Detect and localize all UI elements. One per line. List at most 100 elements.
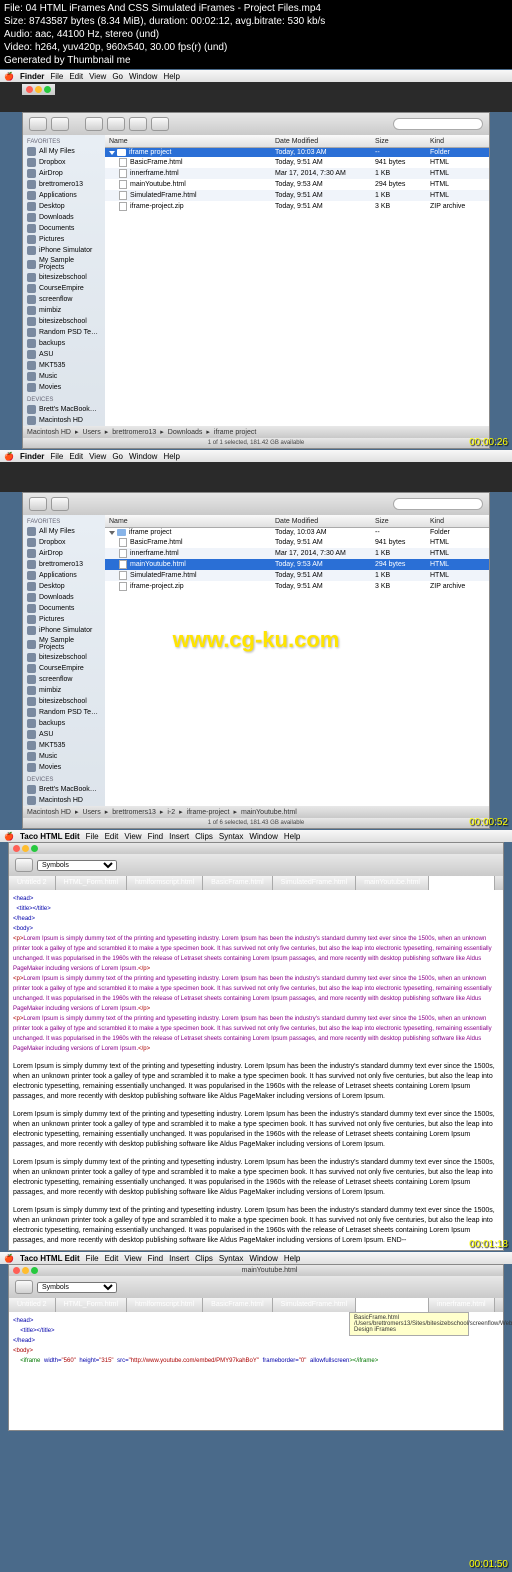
zoom-icon[interactable] bbox=[44, 86, 51, 93]
close-icon[interactable] bbox=[13, 1267, 20, 1274]
sidebar-item[interactable]: My Sample Projects bbox=[23, 636, 105, 652]
view-list-button[interactable] bbox=[107, 117, 125, 131]
path-seg[interactable]: Downloads bbox=[168, 429, 203, 436]
col-kind[interactable]: Kind bbox=[430, 518, 485, 525]
sidebar-item[interactable]: Pictures bbox=[23, 234, 105, 245]
menu-go[interactable]: Go bbox=[112, 72, 123, 81]
sidebar-item[interactable]: brettromero13 bbox=[23, 179, 105, 190]
sidebar-item[interactable]: CourseEmpire bbox=[23, 663, 105, 674]
apple-icon[interactable]: 🍎 bbox=[4, 72, 14, 81]
search-input[interactable] bbox=[393, 498, 483, 510]
tab[interactable]: SimulatedFrame.html bbox=[273, 1298, 357, 1312]
minimize-icon[interactable] bbox=[35, 86, 42, 93]
navigator-button[interactable] bbox=[15, 858, 33, 872]
tab[interactable]: htmlformscript.html bbox=[127, 876, 203, 890]
sidebar-item[interactable]: screenflow bbox=[23, 294, 105, 305]
view-icon-button[interactable] bbox=[85, 117, 103, 131]
menu-window[interactable]: Window bbox=[249, 1254, 277, 1263]
navigator-button[interactable] bbox=[15, 1280, 33, 1294]
menu-edit[interactable]: Edit bbox=[69, 72, 83, 81]
code-block[interactable]: <head> <title></title> </head> <body> <p… bbox=[9, 890, 503, 1058]
sidebar-item[interactable]: MKT535 bbox=[23, 360, 105, 371]
path-seg[interactable]: Users bbox=[82, 429, 100, 436]
sidebar-item[interactable]: mimbiz bbox=[23, 685, 105, 696]
tab[interactable]: htmlformscript.html bbox=[127, 1298, 203, 1312]
symbols-dropdown[interactable]: Symbols bbox=[37, 1282, 117, 1293]
sidebar-item[interactable]: Applications bbox=[23, 190, 105, 201]
sidebar-item[interactable]: bitesizebschool bbox=[23, 652, 105, 663]
sidebar-item[interactable]: Applications bbox=[23, 570, 105, 581]
path-bar[interactable]: Macintosh HD▸ Users▸ brettromers13▸ i-2▸… bbox=[23, 806, 489, 818]
sidebar-item[interactable]: CourseEmpire bbox=[23, 283, 105, 294]
menu-help[interactable]: Help bbox=[284, 1254, 300, 1263]
sidebar-item[interactable]: Dropbox bbox=[23, 157, 105, 168]
disclosure-icon[interactable] bbox=[109, 531, 115, 535]
path-seg[interactable]: Users bbox=[82, 809, 100, 816]
app-name[interactable]: Finder bbox=[20, 452, 44, 461]
column-headers[interactable]: Name Date Modified Size Kind bbox=[105, 135, 489, 148]
file-row[interactable]: BasicFrame.htmlToday, 9:51 AM941 bytesHT… bbox=[105, 537, 489, 548]
sidebar-item[interactable]: screenflow bbox=[23, 674, 105, 685]
column-headers[interactable]: Name Date Modified Size Kind bbox=[105, 515, 489, 528]
menu-syntax[interactable]: Syntax bbox=[219, 832, 243, 841]
path-bar[interactable]: Macintosh HD▸ Users▸ brettromero13▸ Down… bbox=[23, 426, 489, 438]
editor-area[interactable]: <head> <title></title> </head> <body> <p… bbox=[9, 890, 503, 1250]
menu-window[interactable]: Window bbox=[129, 72, 157, 81]
symbols-dropdown[interactable]: Symbols bbox=[37, 860, 117, 871]
minimize-icon[interactable] bbox=[22, 845, 29, 852]
tab[interactable]: Untitled 2 bbox=[9, 1298, 56, 1312]
app-name[interactable]: Finder bbox=[20, 72, 44, 81]
sidebar-item[interactable]: All My Files bbox=[23, 526, 105, 537]
apple-icon[interactable]: 🍎 bbox=[4, 452, 14, 461]
file-row[interactable]: mainYoutube.htmlToday, 9:53 AM294 bytesH… bbox=[105, 179, 489, 190]
menu-edit[interactable]: Edit bbox=[105, 832, 119, 841]
tab-active[interactable]: innerframe.html bbox=[429, 876, 495, 890]
menu-window[interactable]: Window bbox=[129, 452, 157, 461]
tab[interactable]: Untitled 2 bbox=[9, 876, 56, 890]
zoom-icon[interactable] bbox=[31, 1267, 38, 1274]
disclosure-icon[interactable] bbox=[109, 151, 115, 155]
tab[interactable]: BasicFrame.html bbox=[203, 1298, 273, 1312]
sidebar-item[interactable]: Desktop bbox=[23, 581, 105, 592]
path-seg[interactable]: Macintosh HD bbox=[27, 809, 71, 816]
view-cover-button[interactable] bbox=[151, 117, 169, 131]
sidebar-item[interactable]: ASU bbox=[23, 729, 105, 740]
tab[interactable]: SimulatedFrame.html bbox=[273, 876, 357, 890]
menu-file[interactable]: File bbox=[50, 452, 63, 461]
col-name[interactable]: Name bbox=[109, 138, 275, 145]
sidebar-item[interactable]: MKT535 bbox=[23, 740, 105, 751]
menu-help[interactable]: Help bbox=[284, 832, 300, 841]
col-date[interactable]: Date Modified bbox=[275, 138, 375, 145]
sidebar-item[interactable]: backups bbox=[23, 718, 105, 729]
menu-edit[interactable]: Edit bbox=[105, 1254, 119, 1263]
menu-find[interactable]: Find bbox=[148, 832, 164, 841]
folder-row[interactable]: iframe project Today, 10:03 AM -- Folder bbox=[105, 528, 489, 537]
file-row[interactable]: BasicFrame.htmlToday, 9:51 AM941 bytesHT… bbox=[105, 157, 489, 168]
path-seg[interactable]: Macintosh HD bbox=[27, 429, 71, 436]
path-seg[interactable]: brettromero13 bbox=[112, 429, 156, 436]
folder-row[interactable]: iframe project Today, 10:03 AM -- Folder bbox=[105, 148, 489, 157]
col-name[interactable]: Name bbox=[109, 518, 275, 525]
path-seg[interactable]: brettromers13 bbox=[112, 809, 156, 816]
menu-view[interactable]: View bbox=[89, 452, 106, 461]
view-column-button[interactable] bbox=[129, 117, 147, 131]
minimize-icon[interactable] bbox=[22, 1267, 29, 1274]
sidebar-item[interactable]: Desktop bbox=[23, 201, 105, 212]
sidebar-item[interactable]: All My Files bbox=[23, 146, 105, 157]
forward-button[interactable] bbox=[51, 117, 69, 131]
sidebar-item[interactable]: Dropbox bbox=[23, 537, 105, 548]
menu-insert[interactable]: Insert bbox=[169, 832, 189, 841]
forward-button[interactable] bbox=[51, 497, 69, 511]
close-icon[interactable] bbox=[13, 845, 20, 852]
sidebar-item[interactable]: Pictures bbox=[23, 614, 105, 625]
apple-icon[interactable]: 🍎 bbox=[4, 832, 14, 841]
menu-syntax[interactable]: Syntax bbox=[219, 1254, 243, 1263]
sidebar-item[interactable]: Movies bbox=[23, 382, 105, 393]
back-button[interactable] bbox=[29, 117, 47, 131]
path-seg[interactable]: iframe-project bbox=[187, 809, 230, 816]
file-row[interactable]: iframe-project.zipToday, 9:51 AM3 KBZIP … bbox=[105, 201, 489, 212]
menu-insert[interactable]: Insert bbox=[169, 1254, 189, 1263]
menu-window[interactable]: Window bbox=[249, 832, 277, 841]
search-input[interactable] bbox=[393, 118, 483, 130]
sidebar-item[interactable]: Random PSD Te… bbox=[23, 707, 105, 718]
